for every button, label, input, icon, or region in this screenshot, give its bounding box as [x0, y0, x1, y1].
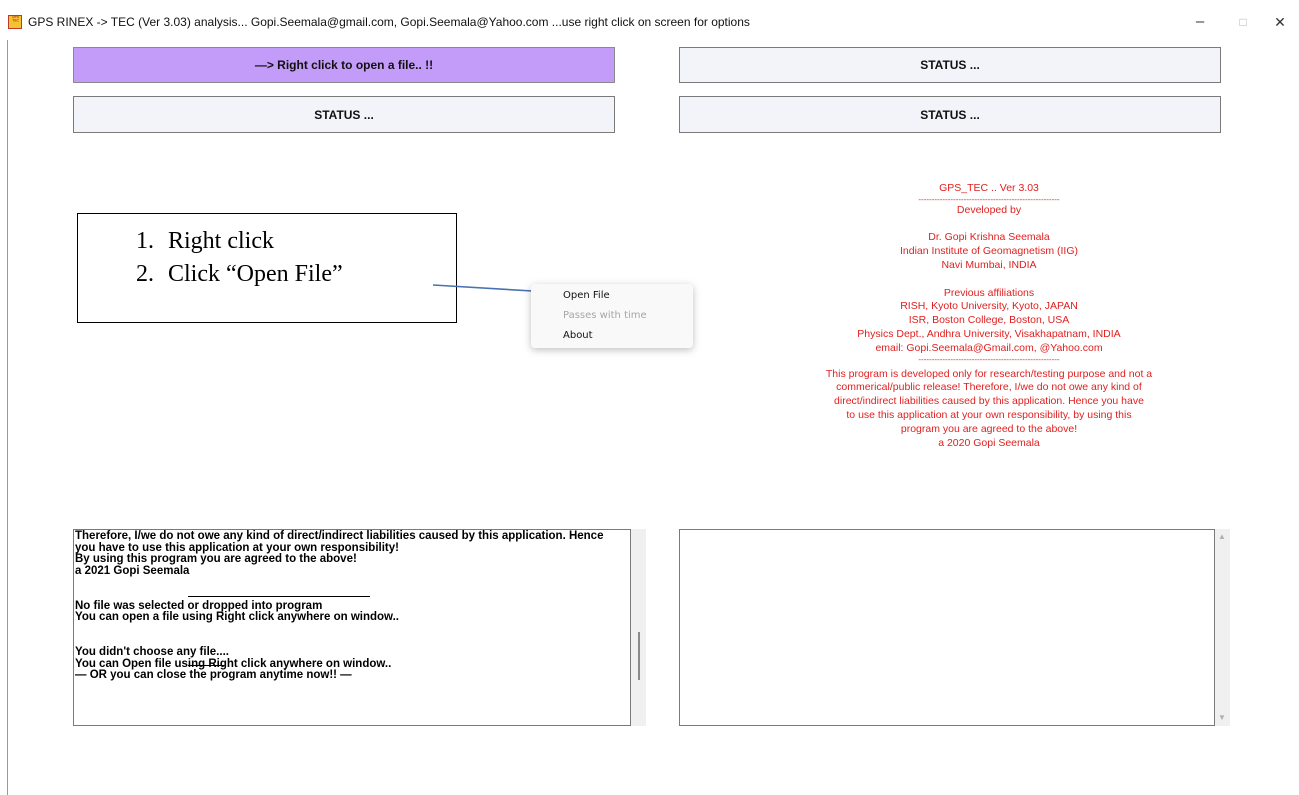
info-separator: ----------------------------------------…: [918, 354, 1060, 364]
info-blank: [770, 273, 1208, 287]
info-line: Physics Dept., Andhra University, Visakh…: [857, 327, 1121, 340]
info-line: Previous affiliations: [943, 286, 1035, 299]
info-line: GPS_TEC .. Ver 3.03: [939, 182, 1039, 194]
info-line: to use this application at your own resp…: [846, 408, 1132, 421]
scroll-up-icon[interactable]: ▲: [1218, 532, 1226, 541]
info-separator: ----------------------------------------…: [918, 194, 1060, 204]
info-line: Dr. Gopi Krishna Seemala: [928, 231, 1050, 244]
menu-item-about[interactable]: About: [563, 330, 593, 341]
menu-item-open-file[interactable]: Open File: [563, 290, 610, 301]
log-divider-short: [188, 665, 224, 666]
log-scrollbar-thumb[interactable]: [638, 632, 640, 680]
info-line: Navi Mumbai, INDIA: [941, 258, 1037, 271]
log-scrollbar[interactable]: [631, 529, 646, 726]
info-line: direct/indirect liabilities caused by th…: [834, 395, 1144, 408]
log-line: — OR you can close the program anytime n…: [75, 669, 352, 682]
info-line: This program is developed only for resea…: [825, 367, 1153, 380]
output-scrollbar[interactable]: ▲ ▼: [1215, 529, 1230, 726]
info-line: Developed by: [956, 203, 1022, 216]
log-line: You can open a file using Right click an…: [75, 611, 399, 624]
log-line: Therefore, I/we do not owe any kind of d…: [75, 530, 604, 542]
info-line: commerical/public release! Therefore, I/…: [836, 381, 1142, 394]
info-line: ISR, Boston College, Boston, USA: [908, 314, 1070, 327]
scroll-down-icon[interactable]: ▼: [1218, 713, 1226, 722]
info-line: a 2020 Gopi Seemala: [938, 436, 1040, 449]
info-blank: [770, 218, 1208, 232]
context-menu: Open File Passes with time About: [531, 284, 693, 348]
info-line: Indian Institute of Geomagnetism (IIG): [900, 245, 1078, 258]
log-text: Therefore, I/we do not owe any kind of d…: [75, 530, 627, 682]
output-textbox[interactable]: [679, 529, 1215, 726]
log-divider: [188, 596, 370, 597]
menu-item-passes-with-time: Passes with time: [563, 310, 647, 321]
log-line: a 2021 Gopi Seemala: [75, 564, 190, 577]
log-line: You didn't choose any file....: [75, 645, 229, 658]
about-info-text: GPS_TEC .. Ver 3.03 --------------------…: [770, 182, 1208, 450]
info-line: RISH, Kyoto University, Kyoto, JAPAN: [900, 300, 1078, 313]
info-line: program you are agreed to the above!: [900, 422, 1078, 435]
info-line: email: Gopi.Seemala@Gmail.com, @Yahoo.co…: [875, 341, 1103, 354]
